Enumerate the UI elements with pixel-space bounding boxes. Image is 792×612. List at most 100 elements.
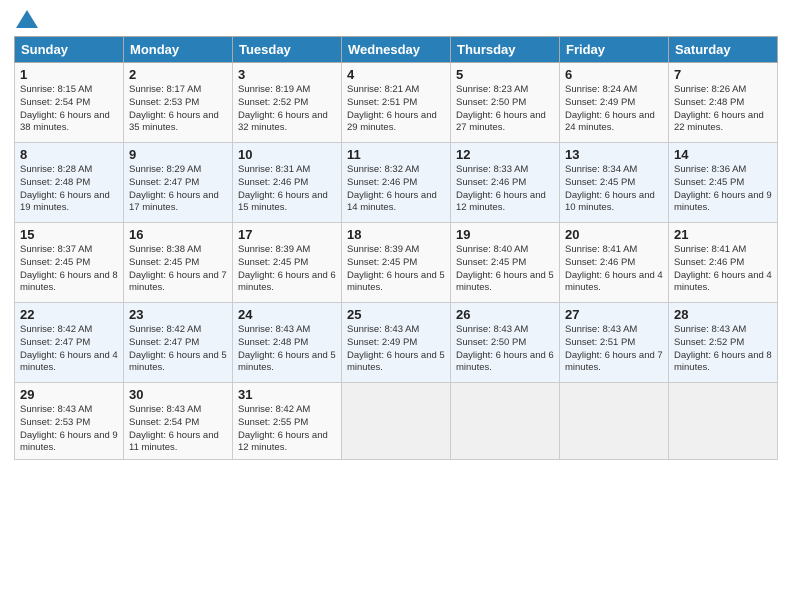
day-number: 30 xyxy=(129,387,227,402)
calendar-row: 29 Sunrise: 8:43 AMSunset: 2:53 PMDayligh… xyxy=(15,383,778,460)
day-info: Sunrise: 8:24 AMSunset: 2:49 PMDaylight:… xyxy=(565,84,663,135)
calendar-cell: 2 Sunrise: 8:17 AMSunset: 2:53 PMDaylight… xyxy=(124,63,233,143)
day-info: Sunrise: 8:42 AMSunset: 2:55 PMDaylight:… xyxy=(238,404,336,455)
weekday-header-cell: Monday xyxy=(124,37,233,63)
day-number: 26 xyxy=(456,307,554,322)
day-info: Sunrise: 8:43 AMSunset: 2:53 PMDaylight:… xyxy=(20,404,118,455)
calendar-cell: 6Sunrise: 8:24 AMSunset: 2:49 PMDaylight… xyxy=(560,63,669,143)
calendar-cell: 23 Sunrise: 8:42 AMSunset: 2:47 PMDayligh… xyxy=(124,303,233,383)
day-number: 15 xyxy=(20,227,118,242)
day-number: 9 xyxy=(129,147,227,162)
logo xyxy=(14,10,38,28)
calendar-cell: 16 Sunrise: 8:38 AMSunset: 2:45 PMDayligh… xyxy=(124,223,233,303)
calendar-cell: 30 Sunrise: 8:43 AMSunset: 2:54 PMDayligh… xyxy=(124,383,233,460)
day-number: 19 xyxy=(456,227,554,242)
day-number: 27 xyxy=(565,307,663,322)
day-number: 29 xyxy=(20,387,118,402)
day-number: 17 xyxy=(238,227,336,242)
weekday-header-cell: Tuesday xyxy=(233,37,342,63)
day-info: Sunrise: 8:41 AMSunset: 2:46 PMDaylight:… xyxy=(674,244,772,295)
calendar-cell xyxy=(342,383,451,460)
weekday-header-cell: Saturday xyxy=(669,37,778,63)
calendar-cell: 31 Sunrise: 8:42 AMSunset: 2:55 PMDayligh… xyxy=(233,383,342,460)
page-container: SundayMondayTuesdayWednesdayThursdayFrid… xyxy=(0,0,792,466)
calendar-cell: 15 Sunrise: 8:37 AMSunset: 2:45 PMDayligh… xyxy=(15,223,124,303)
day-info: Sunrise: 8:43 AMSunset: 2:51 PMDaylight:… xyxy=(565,324,663,375)
weekday-header-cell: Sunday xyxy=(15,37,124,63)
day-info: Sunrise: 8:39 AMSunset: 2:45 PMDaylight:… xyxy=(238,244,336,295)
day-number: 31 xyxy=(238,387,336,402)
calendar-cell: 3 Sunrise: 8:19 AMSunset: 2:52 PMDaylight… xyxy=(233,63,342,143)
calendar-cell: 1Sunrise: 8:15 AMSunset: 2:54 PMDaylight… xyxy=(15,63,124,143)
calendar-cell: 24 Sunrise: 8:43 AMSunset: 2:48 PMDayligh… xyxy=(233,303,342,383)
calendar-cell: 20 Sunrise: 8:41 AMSunset: 2:46 PMDayligh… xyxy=(560,223,669,303)
calendar-cell: 29 Sunrise: 8:43 AMSunset: 2:53 PMDayligh… xyxy=(15,383,124,460)
day-number: 18 xyxy=(347,227,445,242)
day-number: 4 xyxy=(347,67,445,82)
day-info: Sunrise: 8:43 AMSunset: 2:52 PMDaylight:… xyxy=(674,324,772,375)
weekday-header-row: SundayMondayTuesdayWednesdayThursdayFrid… xyxy=(15,37,778,63)
day-info: Sunrise: 8:32 AMSunset: 2:46 PMDaylight:… xyxy=(347,164,445,215)
weekday-header-cell: Friday xyxy=(560,37,669,63)
calendar-cell xyxy=(669,383,778,460)
day-number: 23 xyxy=(129,307,227,322)
calendar-cell: 8 Sunrise: 8:28 AMSunset: 2:48 PMDaylight… xyxy=(15,143,124,223)
day-info: Sunrise: 8:43 AMSunset: 2:48 PMDaylight:… xyxy=(238,324,336,375)
calendar-cell: 13 Sunrise: 8:34 AMSunset: 2:45 PMDayligh… xyxy=(560,143,669,223)
calendar-cell: 4 Sunrise: 8:21 AMSunset: 2:51 PMDaylight… xyxy=(342,63,451,143)
day-number: 2 xyxy=(129,67,227,82)
calendar-cell: 17 Sunrise: 8:39 AMSunset: 2:45 PMDayligh… xyxy=(233,223,342,303)
day-info: Sunrise: 8:43 AMSunset: 2:54 PMDaylight:… xyxy=(129,404,227,455)
day-number: 25 xyxy=(347,307,445,322)
day-number: 5 xyxy=(456,67,554,82)
weekday-header-cell: Thursday xyxy=(451,37,560,63)
day-info: Sunrise: 8:42 AMSunset: 2:47 PMDaylight:… xyxy=(20,324,118,375)
day-info: Sunrise: 8:19 AMSunset: 2:52 PMDaylight:… xyxy=(238,84,336,135)
day-number: 13 xyxy=(565,147,663,162)
calendar-cell: 19Sunrise: 8:40 AMSunset: 2:45 PMDayligh… xyxy=(451,223,560,303)
day-info: Sunrise: 8:17 AMSunset: 2:53 PMDaylight:… xyxy=(129,84,227,135)
day-info: Sunrise: 8:34 AMSunset: 2:45 PMDaylight:… xyxy=(565,164,663,215)
day-info: Sunrise: 8:28 AMSunset: 2:48 PMDaylight:… xyxy=(20,164,118,215)
day-number: 28 xyxy=(674,307,772,322)
day-number: 20 xyxy=(565,227,663,242)
day-info: Sunrise: 8:43 AMSunset: 2:50 PMDaylight:… xyxy=(456,324,554,375)
day-info: Sunrise: 8:43 AMSunset: 2:49 PMDaylight:… xyxy=(347,324,445,375)
day-info: Sunrise: 8:42 AMSunset: 2:47 PMDaylight:… xyxy=(129,324,227,375)
calendar-cell: 26 Sunrise: 8:43 AMSunset: 2:50 PMDayligh… xyxy=(451,303,560,383)
calendar-cell: 10 Sunrise: 8:31 AMSunset: 2:46 PMDayligh… xyxy=(233,143,342,223)
header-area xyxy=(14,10,778,28)
day-number: 11 xyxy=(347,147,445,162)
day-info: Sunrise: 8:38 AMSunset: 2:45 PMDaylight:… xyxy=(129,244,227,295)
logo-icon xyxy=(16,10,38,28)
day-number: 24 xyxy=(238,307,336,322)
calendar-cell: 25 Sunrise: 8:43 AMSunset: 2:49 PMDayligh… xyxy=(342,303,451,383)
calendar-cell: 28 Sunrise: 8:43 AMSunset: 2:52 PMDayligh… xyxy=(669,303,778,383)
day-number: 10 xyxy=(238,147,336,162)
day-number: 16 xyxy=(129,227,227,242)
day-info: Sunrise: 8:41 AMSunset: 2:46 PMDaylight:… xyxy=(565,244,663,295)
day-number: 22 xyxy=(20,307,118,322)
calendar-cell: 7Sunrise: 8:26 AMSunset: 2:48 PMDaylight… xyxy=(669,63,778,143)
calendar-cell: 21 Sunrise: 8:41 AMSunset: 2:46 PMDayligh… xyxy=(669,223,778,303)
calendar-cell xyxy=(451,383,560,460)
calendar-cell xyxy=(560,383,669,460)
day-info: Sunrise: 8:33 AMSunset: 2:46 PMDaylight:… xyxy=(456,164,554,215)
day-info: Sunrise: 8:37 AMSunset: 2:45 PMDaylight:… xyxy=(20,244,118,295)
day-number: 3 xyxy=(238,67,336,82)
day-info: Sunrise: 8:21 AMSunset: 2:51 PMDaylight:… xyxy=(347,84,445,135)
day-info: Sunrise: 8:26 AMSunset: 2:48 PMDaylight:… xyxy=(674,84,772,135)
day-info: Sunrise: 8:29 AMSunset: 2:47 PMDaylight:… xyxy=(129,164,227,215)
calendar-body: 1Sunrise: 8:15 AMSunset: 2:54 PMDaylight… xyxy=(15,63,778,460)
calendar-cell: 22 Sunrise: 8:42 AMSunset: 2:47 PMDayligh… xyxy=(15,303,124,383)
calendar-cell: 12Sunrise: 8:33 AMSunset: 2:46 PMDayligh… xyxy=(451,143,560,223)
day-number: 21 xyxy=(674,227,772,242)
calendar-table: SundayMondayTuesdayWednesdayThursdayFrid… xyxy=(14,36,778,460)
day-number: 8 xyxy=(20,147,118,162)
calendar-cell: 27 Sunrise: 8:43 AMSunset: 2:51 PMDayligh… xyxy=(560,303,669,383)
day-info: Sunrise: 8:39 AMSunset: 2:45 PMDaylight:… xyxy=(347,244,445,295)
day-info: Sunrise: 8:31 AMSunset: 2:46 PMDaylight:… xyxy=(238,164,336,215)
day-number: 1 xyxy=(20,67,118,82)
calendar-row: 22 Sunrise: 8:42 AMSunset: 2:47 PMDayligh… xyxy=(15,303,778,383)
day-info: Sunrise: 8:23 AMSunset: 2:50 PMDaylight:… xyxy=(456,84,554,135)
